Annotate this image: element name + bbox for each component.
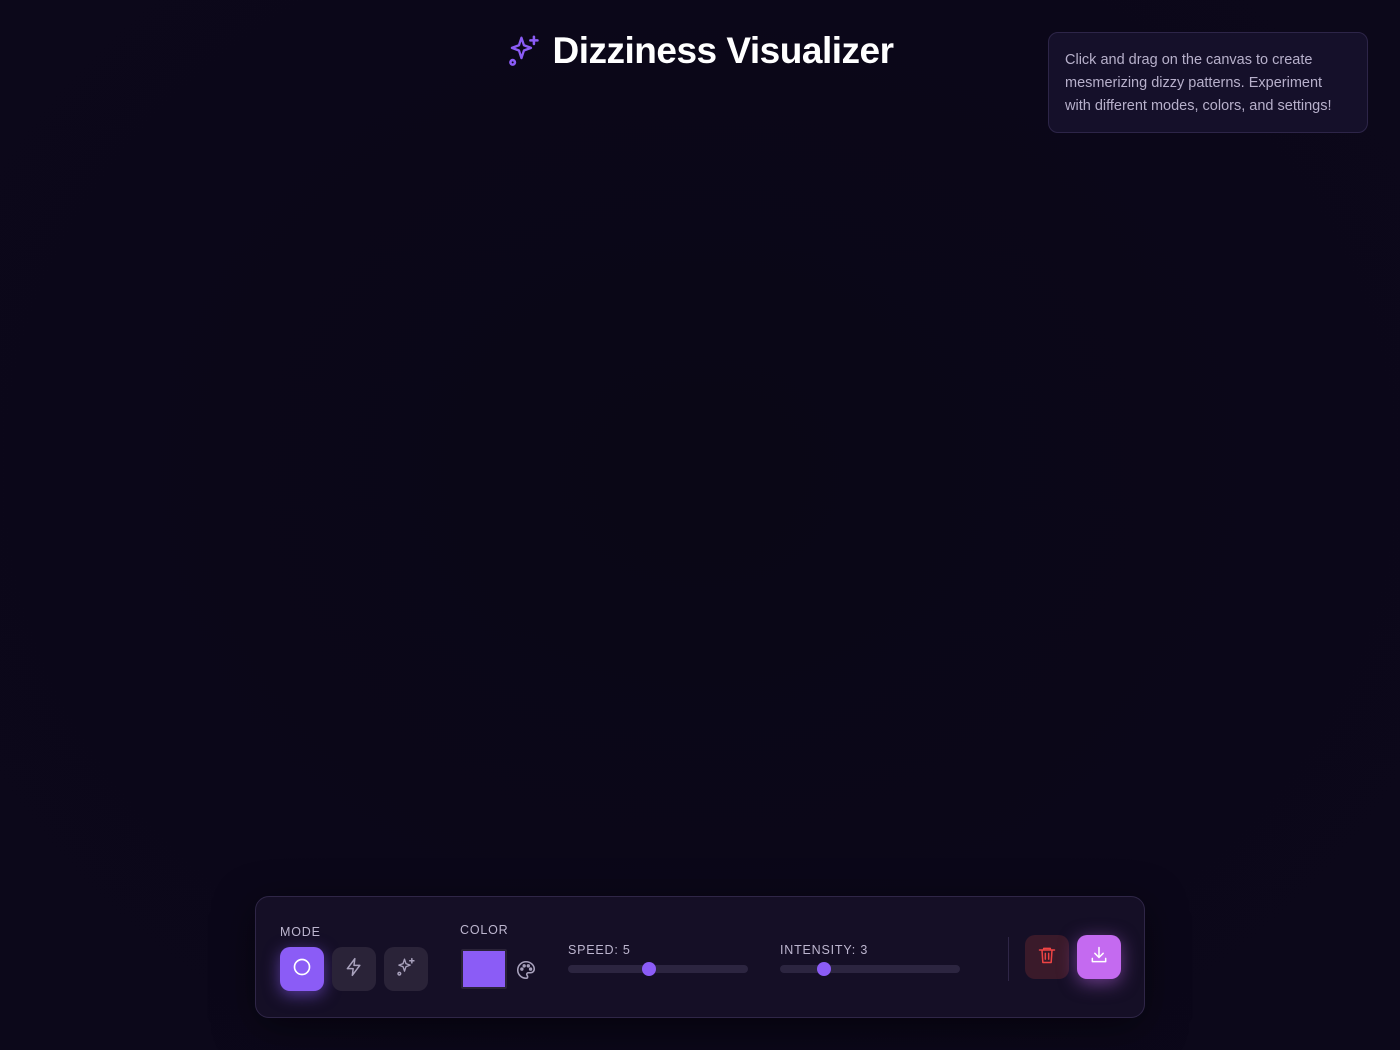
color-swatch[interactable] (461, 949, 507, 989)
palette-icon[interactable] (515, 959, 537, 981)
instructions-text: Click and drag on the canvas to create m… (1065, 52, 1332, 114)
intensity-slider-thumb[interactable] (817, 962, 831, 976)
toolbar-divider (1008, 937, 1009, 981)
download-button[interactable] (1077, 935, 1121, 979)
mode-sparkles-button[interactable] (384, 947, 428, 991)
trash-icon (1037, 945, 1057, 970)
speed-label: SPEED: 5 (568, 943, 631, 957)
intensity-label: INTENSITY: 3 (780, 943, 869, 957)
mode-zap-button[interactable] (332, 947, 376, 991)
download-icon (1089, 945, 1109, 970)
control-toolbar: MODE COLOR SPEED: 5 INTENSITY: 3 (255, 896, 1145, 1018)
speed-slider-thumb[interactable] (642, 962, 656, 976)
intensity-slider[interactable] (780, 962, 960, 976)
drawing-canvas[interactable] (0, 0, 1400, 1050)
color-label: COLOR (460, 923, 509, 937)
mode-circle-button[interactable] (280, 947, 324, 991)
zap-icon (344, 957, 364, 982)
page-title: Dizziness Visualizer (552, 30, 894, 71)
instructions-box: Click and drag on the canvas to create m… (1048, 32, 1368, 133)
speed-slider[interactable] (568, 962, 748, 976)
circle-icon (292, 957, 312, 982)
sparkles-icon (396, 957, 416, 982)
mode-label: MODE (280, 925, 321, 939)
clear-canvas-button[interactable] (1025, 935, 1069, 979)
sparkles-icon (507, 34, 541, 68)
